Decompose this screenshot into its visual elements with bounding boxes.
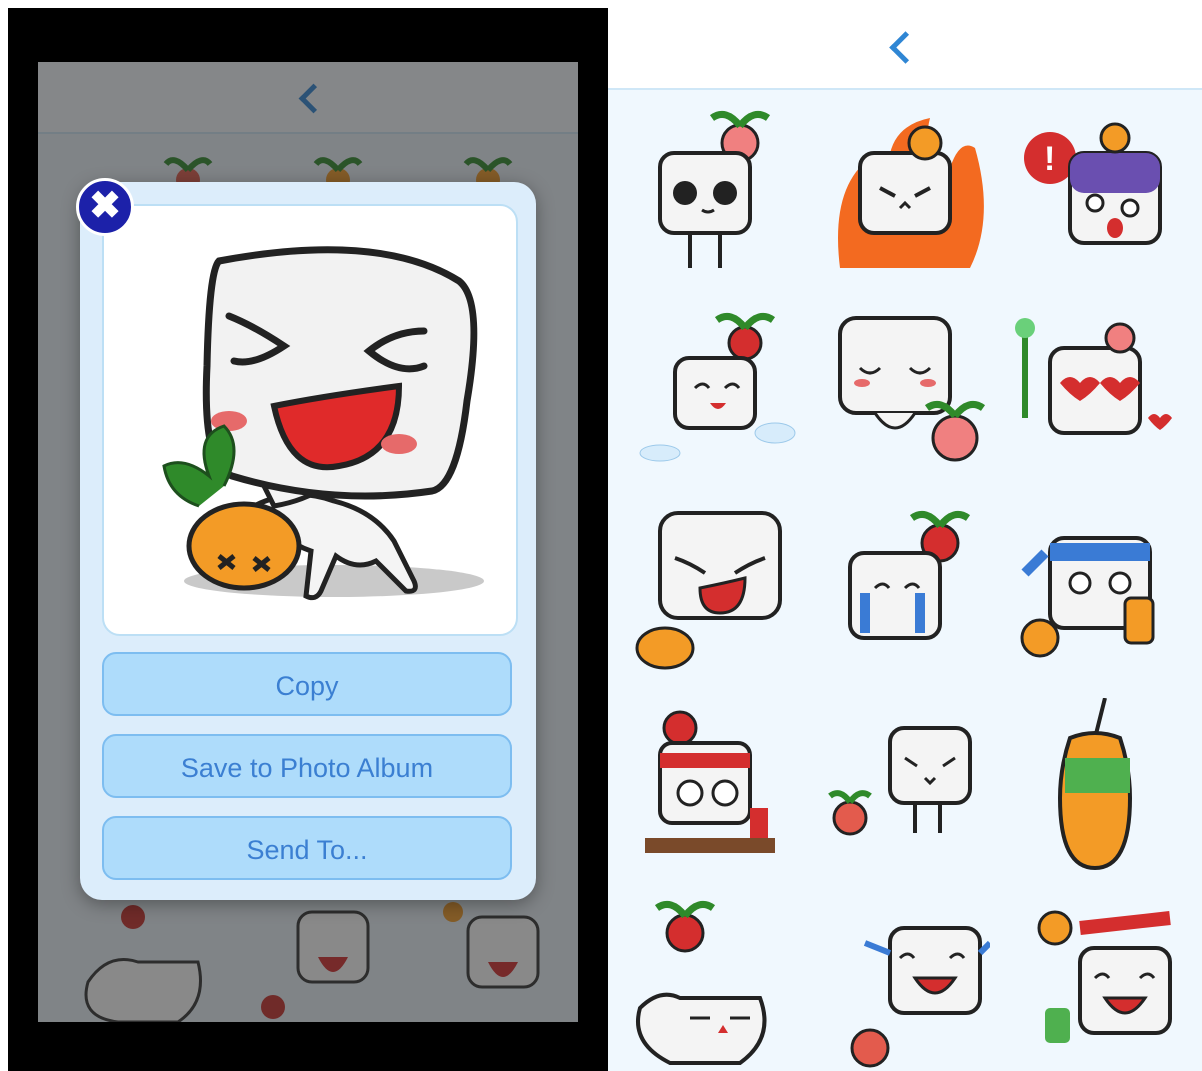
evil-grin-sticker-art <box>162 246 484 601</box>
send-to-button[interactable]: Send To... <box>102 816 512 880</box>
evil-grin-sticker[interactable] <box>630 498 800 678</box>
heart-eyes-sticker[interactable] <box>1010 298 1180 478</box>
new-year-sticker[interactable] <box>1010 898 1180 1071</box>
angel-happy-sticker[interactable] <box>630 298 800 478</box>
sticker-action-popup: Copy Save to Photo Album Send To... <box>80 182 536 900</box>
chevron-left-icon[interactable] <box>889 31 922 64</box>
sticker-grid: ! <box>608 92 1202 1071</box>
headband-drink-sticker[interactable] <box>1010 498 1180 678</box>
fire-angry-sticker[interactable] <box>820 98 990 278</box>
sticker-preview <box>102 204 518 636</box>
svg-text:!: ! <box>1044 140 1055 178</box>
sleepy-bow-sticker[interactable] <box>820 298 990 478</box>
top-nav-bar <box>608 0 1202 90</box>
tearful-sticker[interactable] <box>820 498 990 678</box>
save-to-photo-album-button[interactable]: Save to Photo Album <box>102 734 512 798</box>
nervous-sticker[interactable] <box>820 698 990 878</box>
study-desk-sticker[interactable] <box>630 698 800 878</box>
crying-eyes-sticker[interactable] <box>630 98 800 278</box>
shocked-purple-sticker[interactable]: ! <box>1010 98 1180 278</box>
laughing-tears-sticker[interactable] <box>820 898 990 1071</box>
right-phone-screen: ! <box>608 0 1202 1071</box>
lying-down-sticker[interactable] <box>630 898 800 1071</box>
juice-bottle-sticker[interactable] <box>1010 698 1180 878</box>
copy-button[interactable]: Copy <box>102 652 512 716</box>
close-icon[interactable]: ✖ <box>76 178 134 236</box>
